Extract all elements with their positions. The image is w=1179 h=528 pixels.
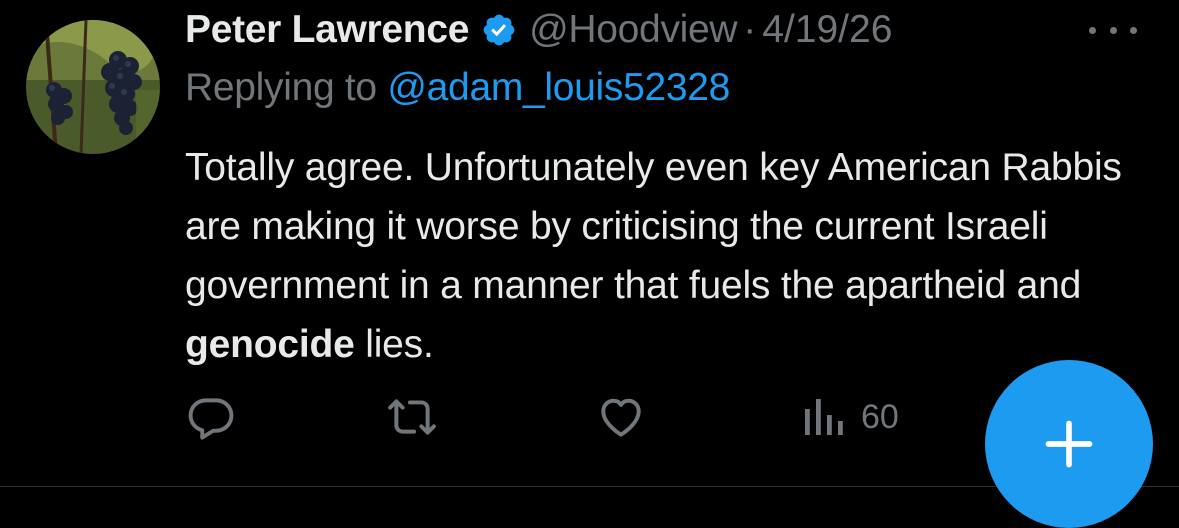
tweet-date[interactable]: 4/19/26 [762,8,892,52]
tweet-text-body: Totally agree. Unfortunately even key Am… [185,146,1122,307]
verified-badge-icon[interactable] [481,12,517,48]
views-button[interactable]: 60 [801,392,899,442]
avatar-image [26,20,160,154]
separator-dot: · [743,8,757,51]
heart-icon [601,398,641,437]
more-options-icon[interactable] [1089,20,1137,40]
views-count: 60 [861,397,899,436]
tweet-text-end: lies. [354,323,434,366]
action-bar: 60 [185,392,945,442]
retweet-button[interactable] [385,392,439,442]
reply-button[interactable] [185,392,237,442]
replying-prefix: Replying to [185,66,377,109]
avatar[interactable] [26,20,160,154]
tweet-header: Peter Lawrence @Hoodview · 4/19/26 [185,6,892,54]
reply-icon [188,398,234,440]
display-name[interactable]: Peter Lawrence [185,8,469,52]
tweet-text: Totally agree. Unfortunately even key Am… [185,138,1165,374]
plus-icon [1045,420,1093,468]
retweet-icon [388,399,436,435]
replying-handle-link[interactable]: @adam_louis52328 [387,66,730,109]
like-button[interactable] [595,392,647,442]
compose-button[interactable] [985,360,1153,528]
views-icon [805,399,843,435]
replying-to: Replying to @adam_louis52328 [185,66,730,110]
tweet-text-bold: genocide [185,323,355,366]
user-handle[interactable]: @Hoodview [529,8,737,52]
